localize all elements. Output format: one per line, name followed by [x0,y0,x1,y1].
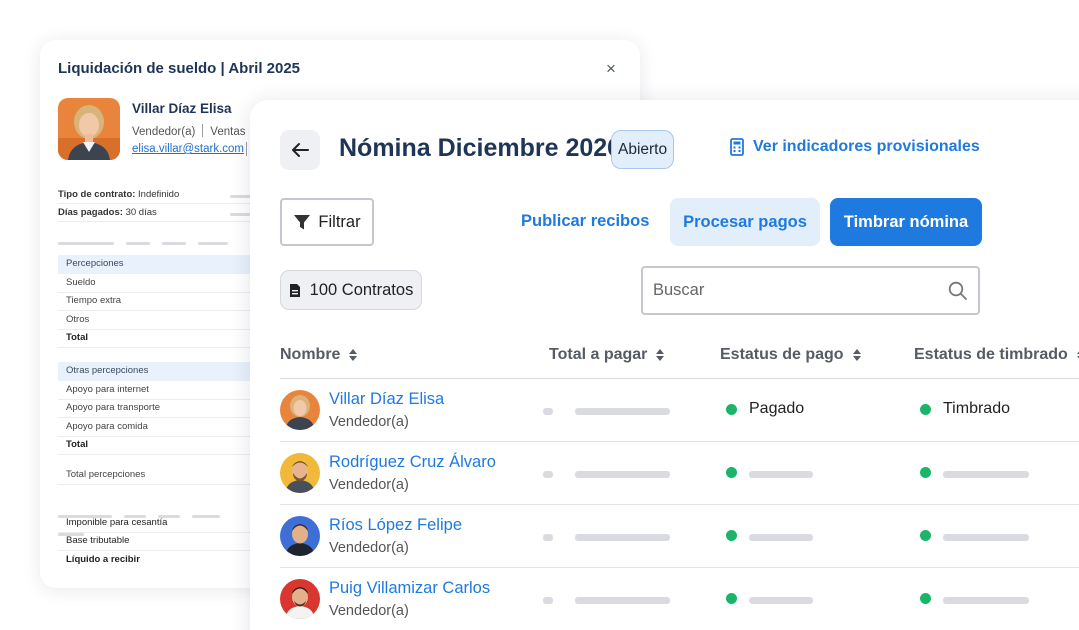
avatar [280,453,320,493]
status-dot [920,530,931,541]
table-row[interactable]: Ríos López Felipe Vendedor(a) [280,505,1079,568]
placeholder-bar [749,534,813,541]
avatar [280,516,320,556]
table-row[interactable]: Rodríguez Cruz Álvaro Vendedor(a) [280,442,1079,505]
filter-icon [294,214,311,229]
placeholder-bar [749,471,813,478]
other-perception-item: Apoyo para internet [58,381,258,400]
status-dot [920,467,931,478]
page-title: Nómina Diciembre 2026 [339,134,622,162]
placeholder-bar [575,534,670,541]
stamp-payroll-button[interactable]: Timbrar nómina [830,198,982,246]
placeholder-bar [943,534,1029,541]
perception-item: Otros [58,311,258,330]
avatar [280,579,320,619]
summary-item: Imponible para cesantía [58,514,258,533]
placeholder-bar [575,408,670,415]
filter-button-label: Filtrar [318,212,361,231]
contract-type: Tipo de contrato: Indefinido [58,186,250,204]
status-dot [920,404,931,415]
indicators-link-label: Ver indicadores provisionales [753,138,980,155]
summary-item: Base tributable [58,532,258,551]
sort-icon [656,349,665,361]
column-header-stamp-status[interactable]: Estatus de timbrado [914,346,1079,364]
payslip-title: Liquidación de sueldo | Abril 2025 [58,60,301,77]
net-pay-label: Líquido a recibir [66,554,140,565]
publish-receipts-button[interactable]: Publicar recibos [521,212,649,231]
placeholder-bar [575,597,670,604]
employee-role-label: Vendedor(a) [132,126,196,138]
other-perception-item: Apoyo para transporte [58,399,258,418]
perception-item: Sueldo [58,274,258,293]
placeholder-bar [543,408,553,415]
stamp-status: Timbrado [943,400,1010,417]
divider [246,142,247,156]
status-dot [726,530,737,541]
employee-name-link[interactable]: Puig Villamizar Carlos [329,579,490,598]
other-perceptions-header: Otras percepciones [58,362,258,381]
status-badge: Abierto [611,130,675,169]
column-header-name[interactable]: Nombre [280,346,358,364]
payment-status: Pagado [749,400,805,417]
status-dot [726,404,737,415]
perceptions-header: Percepciones [58,255,258,274]
total-perceptions: Total percepciones [58,466,258,485]
sort-icon [349,349,358,361]
indicators-link[interactable]: Ver indicadores provisionales [730,138,980,156]
search-input[interactable] [653,281,948,300]
placeholder-bar [543,597,553,604]
column-header-payment-status[interactable]: Estatus de pago [720,346,862,364]
employee-role: Vendedor(a) [329,540,409,556]
employee-name: Villar Díaz Elisa [132,101,232,116]
employee-role: Vendedor(a) [329,603,409,619]
employee-role: Vendedor(a) [329,477,409,493]
avatar [58,98,120,160]
placeholder-bar [543,534,553,541]
process-payments-button[interactable]: Procesar pagos [670,198,820,246]
close-icon[interactable]: × [606,60,616,78]
status-dot [726,467,737,478]
avatar [280,390,320,430]
employee-role: Vendedor(a) [329,414,409,430]
status-dot [920,593,931,604]
employee-name-link[interactable]: Rodríguez Cruz Álvaro [329,453,496,472]
paid-days: Días pagados: 30 días [58,204,250,222]
search-field[interactable] [641,266,980,315]
other-perceptions-total: Total [58,436,258,455]
placeholder-bar [543,471,553,478]
table-row[interactable]: Villar Díaz Elisa Vendedor(a) Pagado Tim… [280,379,1079,442]
calculator-icon [730,138,744,156]
payroll-panel: Nómina Diciembre 2026 Abierto Ver indica… [250,100,1079,630]
contracts-count: 100 Contratos [309,280,414,299]
employee-name-link[interactable]: Ríos López Felipe [329,516,462,535]
placeholder-bar [943,597,1029,604]
document-icon [289,283,300,297]
other-perception-item: Apoyo para comida [58,418,258,437]
contracts-count-chip: 100 Contratos [280,270,422,310]
employee-area: Ventas [210,126,246,138]
back-button[interactable] [280,130,320,170]
filter-button[interactable]: Filtrar [280,198,374,246]
placeholder-row [58,505,258,536]
search-icon[interactable] [948,281,968,301]
perception-item: Tiempo extra [58,292,258,311]
perceptions-total: Total [58,329,258,348]
employee-name-link[interactable]: Villar Díaz Elisa [329,390,444,409]
arrow-left-icon [292,143,309,157]
sort-icon [852,349,861,361]
status-dot [726,593,737,604]
placeholder-bar [575,471,670,478]
employee-role: Vendedor(a) Ventas [132,124,245,138]
placeholder-bar [749,597,813,604]
placeholder-bar [943,471,1029,478]
placeholder-row [58,232,258,263]
column-header-total[interactable]: Total a pagar [549,346,665,364]
table-row[interactable]: Puig Villamizar Carlos Vendedor(a) [280,568,1079,630]
employee-email[interactable]: elisa.villar@stark.com [132,143,244,155]
